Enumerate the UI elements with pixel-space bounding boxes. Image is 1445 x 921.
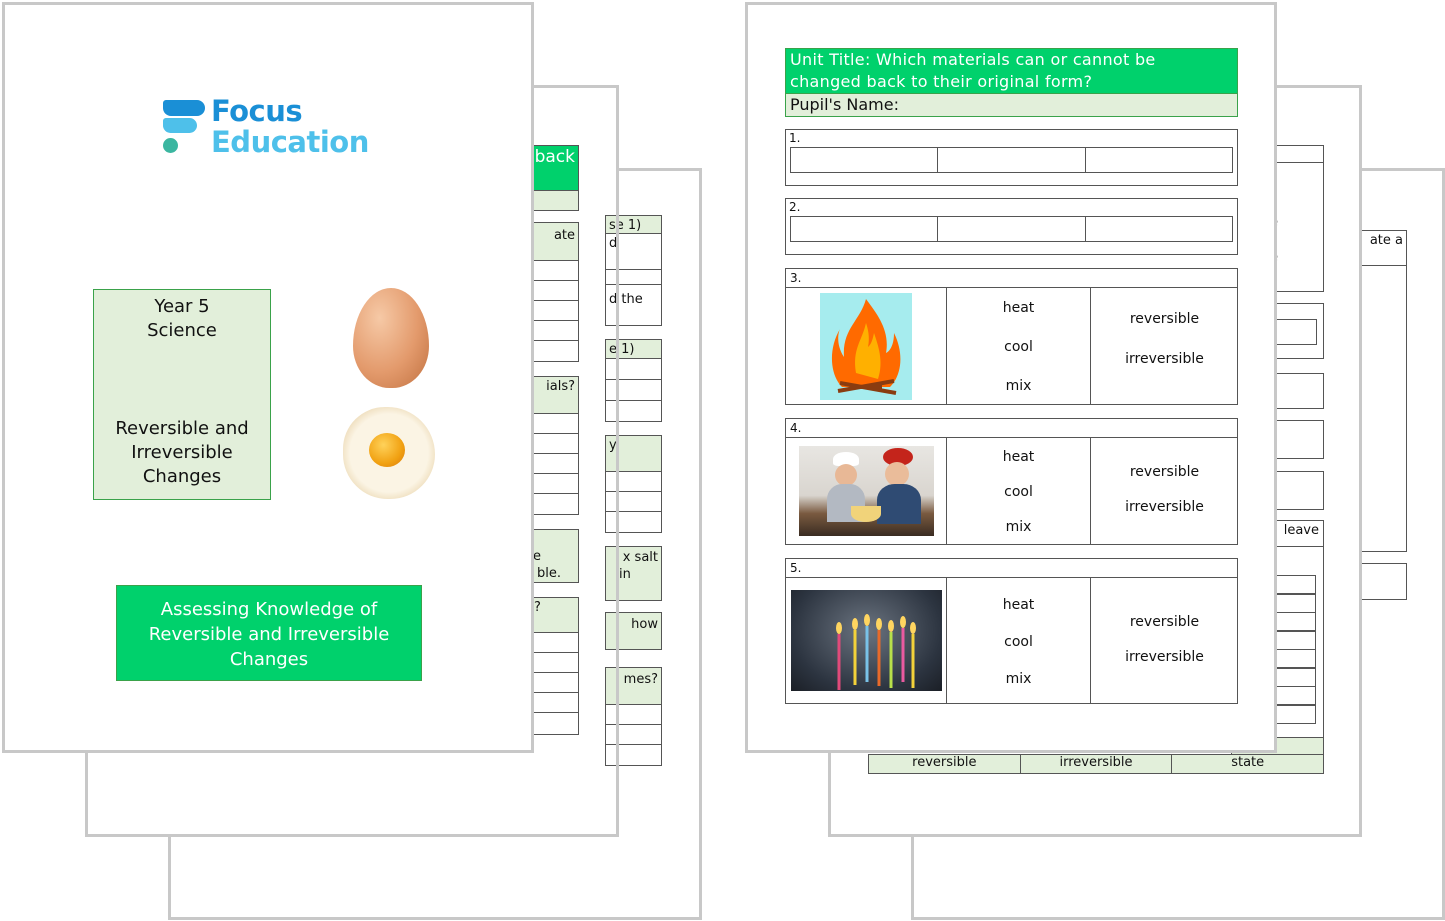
pupil-name-field[interactable]: Pupil's Name: [785, 93, 1238, 117]
question-number: 5. [786, 559, 1237, 578]
fragment: d [605, 233, 662, 270]
topic-line: Changes [142, 466, 222, 487]
banner-line: Reversible and Irreversible [148, 624, 390, 645]
year-label: Year 5 [154, 296, 210, 317]
answer-cell[interactable] [1086, 148, 1232, 172]
question-number: 3. [786, 269, 1237, 288]
option-reversible[interactable]: reversible [1091, 311, 1238, 327]
answer-row [790, 147, 1233, 173]
children-cooking-image [799, 446, 934, 536]
assessment-banner: Assessing Knowledge of Reversible and Ir… [116, 585, 422, 681]
answer-row[interactable] [605, 400, 662, 422]
answer-row[interactable] [605, 724, 662, 745]
answer-row[interactable] [605, 511, 662, 533]
option-reversible[interactable]: reversible [1091, 614, 1238, 630]
worksheet-page: Unit Title: Which materials can or canno… [745, 2, 1277, 753]
topic-line: Reversible and [115, 418, 249, 439]
unit-title-line: Unit Title: Which materials can or canno… [790, 50, 1156, 69]
banner-line: Assessing Knowledge of [160, 599, 378, 620]
logo-text-education: Education [211, 125, 369, 159]
answer-row[interactable] [605, 744, 662, 766]
answer-row[interactable] [605, 491, 662, 512]
answer-row[interactable] [605, 379, 662, 401]
fragment: mes? [605, 667, 662, 705]
fragment: d the [605, 284, 662, 326]
fragment: se 1) [605, 215, 662, 234]
answer-row[interactable] [605, 358, 662, 380]
question-number: 1. [789, 131, 801, 145]
fragment-block: x salt in [605, 546, 662, 601]
answer-row[interactable] [605, 704, 662, 725]
question-5: 5. heat cool mix reversible irreversible [785, 558, 1238, 704]
option-cool[interactable]: cool [947, 484, 1090, 500]
unit-title: Unit Title: Which materials can or canno… [785, 48, 1238, 94]
cover-page: Focus Education Year 5 Science Reversibl… [2, 2, 534, 753]
word-bank-cell: reversible [869, 755, 1021, 773]
answer-row [790, 216, 1233, 242]
question-3: 3. heat cool mix reversible irreversible [785, 268, 1238, 405]
subject-box: Year 5 Science Reversible and Irreversib… [93, 289, 271, 500]
focus-education-logo: Focus Education [163, 94, 373, 160]
question-4: 4. heat cool mix reversible irreversible [785, 418, 1238, 545]
answer-row[interactable] [605, 269, 662, 285]
option-cool[interactable]: cool [947, 339, 1090, 355]
topic-line: Irreversible [131, 442, 233, 463]
logo-mark-icon [163, 98, 207, 158]
question-number: 2. [789, 200, 801, 214]
option-cool[interactable]: cool [947, 634, 1090, 650]
change-options: reversible irreversible [1091, 604, 1238, 674]
question-number: 4. [786, 419, 1237, 438]
change-options: reversible irreversible [1091, 454, 1238, 524]
birthday-candles-image [791, 590, 942, 691]
word-bank-row: reversible irreversible state [868, 754, 1324, 774]
logo-text-focus: Focus [211, 94, 303, 128]
raw-egg-image [353, 288, 429, 388]
option-mix[interactable]: mix [947, 378, 1090, 394]
option-reversible[interactable]: reversible [1091, 464, 1238, 480]
option-heat[interactable]: heat [947, 300, 1090, 316]
fragment: y [605, 435, 662, 472]
answer-cell[interactable] [791, 148, 939, 172]
option-mix[interactable]: mix [947, 519, 1090, 535]
subject-label: Science [147, 320, 217, 341]
answer-row[interactable] [605, 471, 662, 492]
option-heat[interactable]: heat [947, 597, 1090, 613]
answer-cell[interactable] [938, 148, 1086, 172]
option-mix[interactable]: mix [947, 671, 1090, 687]
question-2: 2. [785, 198, 1238, 255]
answer-cell[interactable] [938, 217, 1086, 241]
bonfire-image [820, 293, 912, 400]
page-edge [616, 85, 619, 837]
banner-line: Changes [229, 649, 309, 670]
option-irreversible[interactable]: irreversible [1091, 351, 1238, 367]
action-options: heat cool mix [947, 439, 1090, 545]
fragment: e 1) [605, 339, 662, 359]
fragment: how [605, 612, 662, 650]
option-irreversible[interactable]: irreversible [1091, 499, 1238, 515]
question-1: 1. [785, 129, 1238, 186]
action-options: heat cool mix [947, 587, 1090, 697]
change-options: reversible irreversible [1091, 299, 1238, 379]
word-bank-cell: irreversible [1021, 755, 1173, 773]
word-bank-cell: state [1231, 755, 1265, 770]
answer-cell[interactable] [1086, 217, 1232, 241]
pupil-name-label: Pupil's Name: [790, 95, 899, 114]
option-heat[interactable]: heat [947, 449, 1090, 465]
action-options: heat cool mix [947, 289, 1090, 405]
answer-cell[interactable] [791, 217, 939, 241]
fried-egg-image [343, 407, 435, 499]
option-irreversible[interactable]: irreversible [1091, 649, 1238, 665]
unit-title-line: changed back to their original form? [790, 72, 1093, 91]
